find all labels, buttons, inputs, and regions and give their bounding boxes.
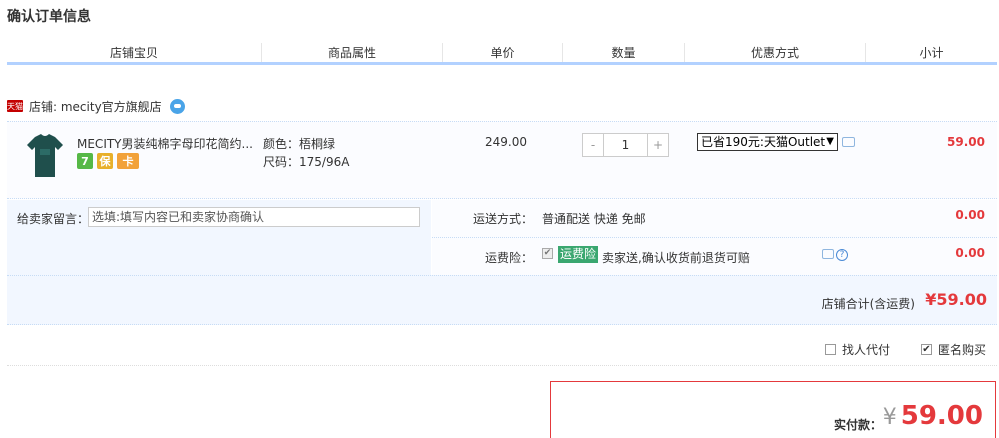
service-badges: 7 保 卡 (77, 153, 139, 169)
column-subtotal: 小计 (919, 46, 944, 60)
column-promotion: 优惠方式 (685, 43, 866, 62)
shop-total-amount: ¥59.00 (925, 290, 987, 309)
proxy-pay-option[interactable]: 找人代付 (825, 341, 890, 358)
memo-label: 给卖家留言： (17, 212, 90, 226)
seven-day-return-icon[interactable]: 7 (77, 153, 93, 169)
memo-input[interactable]: 选填:填写内容已和卖家协商确认 (88, 207, 420, 227)
column-quantity: 数量 (563, 43, 685, 62)
payment-summary: 实付款： ¥59.00 (550, 381, 996, 438)
insurance-checkbox[interactable]: ✔ (542, 248, 553, 259)
quantity-input[interactable]: 1 (603, 134, 648, 156)
memo-section: 给卖家留言： 选填:填写内容已和卖家协商确认 (7, 200, 431, 275)
anonymous-label: 匿名购买 (938, 343, 987, 357)
insurance-icons: ? (822, 249, 848, 261)
shop-name-link[interactable]: 店铺: mecity官方旗舰店 (29, 98, 162, 115)
purchase-options: 找人代付 ✔ 匿名购买 (7, 338, 997, 366)
quantity-stepper: - 1 + (582, 133, 669, 157)
shop-row: 天猫 店铺: mecity官方旗舰店 (7, 97, 185, 115)
proxy-pay-label: 找人代付 (842, 343, 891, 357)
divider (432, 237, 997, 238)
insurance-tag: 运费险 (558, 246, 599, 263)
shipping-label: 运送方式： (473, 212, 534, 226)
guarantee-icon[interactable]: 保 (97, 153, 113, 169)
shipping-price: 0.00 (955, 208, 985, 222)
column-shop-item: 店铺宝贝 (7, 43, 262, 62)
color-attribute: 颜色：梧桐绿 (263, 137, 336, 151)
quantity-increase-button[interactable]: + (648, 134, 668, 156)
promotion-selected-value: 已省190元:天猫Outlet (701, 135, 826, 149)
anonymous-checkbox[interactable]: ✔ (921, 344, 932, 355)
insurance-label: 运费险： (485, 251, 534, 265)
credit-card-icon[interactable]: 卡 (117, 153, 139, 169)
shipping-method: 普通配送 快递 免邮 (542, 212, 646, 226)
insurance-price: 0.00 (955, 246, 985, 260)
item-subtotal: 59.00 (947, 135, 985, 149)
product-title-link[interactable]: MECITY男装纯棉字母印花简约... (77, 135, 257, 152)
help-icon[interactable]: ? (836, 249, 848, 261)
proxy-pay-checkbox[interactable] (825, 344, 836, 355)
chevron-down-icon: ▼ (826, 136, 834, 147)
unit-price: 249.00 (485, 135, 527, 149)
order-confirm-page: 确认订单信息 店铺宝贝 商品属性 单价 数量 优惠方式 小计 天猫 店铺: me… (0, 0, 999, 438)
page-title: 确认订单信息 (7, 9, 91, 25)
column-unit-price: 单价 (443, 43, 563, 62)
chat-icon[interactable] (169, 98, 185, 114)
currency-symbol: ¥ (882, 405, 897, 430)
shop-total-section: 店铺合计(含运费) ¥59.00 (7, 275, 997, 325)
tmall-icon: 天猫 (7, 100, 23, 112)
size-attribute: 尺码：175/96A (263, 155, 350, 169)
promotion-select[interactable]: 已省190元:天猫Outlet ▼ (697, 133, 838, 151)
column-header: 店铺宝贝 商品属性 单价 数量 优惠方式 小计 (7, 43, 997, 65)
anonymous-option[interactable]: ✔ 匿名购买 (921, 341, 986, 358)
quantity-decrease-button[interactable]: - (583, 134, 603, 156)
message-icon[interactable] (842, 137, 855, 147)
shop-total-label: 店铺合计(含运费) (821, 297, 915, 311)
product-attributes: 颜色：梧桐绿 尺码：175/96A (263, 135, 349, 171)
payment-label: 实付款： (833, 418, 882, 432)
payment-amount: ¥59.00 (883, 401, 983, 431)
order-item: MECITY男装纯棉字母印花简约... 7 保 卡 颜色：梧桐绿 尺码：175/… (7, 121, 997, 199)
payment-value: 59.00 (900, 401, 983, 431)
message-icon[interactable] (822, 249, 834, 259)
insurance-description: 卖家送,确认收货前退货可赔 (602, 251, 750, 265)
column-attributes: 商品属性 (262, 43, 443, 62)
product-thumbnail[interactable] (25, 131, 65, 179)
order-extras: 给卖家留言： 选填:填写内容已和卖家协商确认 运送方式： 普通配送 快递 免邮 … (7, 200, 997, 325)
